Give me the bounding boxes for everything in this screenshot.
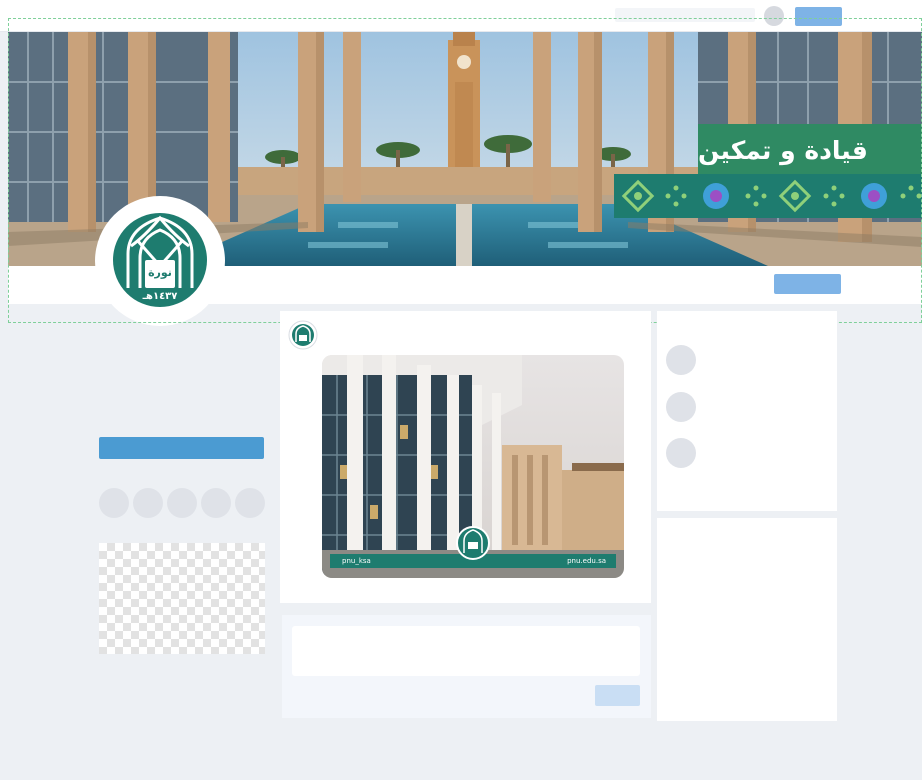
friend-avatar-placeholder[interactable] — [99, 488, 129, 518]
post-image[interactable]: pnu_ksa pnu.edu.sa — [322, 355, 624, 578]
top-action-button[interactable] — [795, 7, 842, 26]
comment-input[interactable] — [292, 626, 640, 676]
friend-avatar-placeholder[interactable] — [201, 488, 231, 518]
friend-avatar-placeholder[interactable] — [133, 488, 163, 518]
university-logo-small-icon — [288, 320, 318, 350]
friend-avatar-placeholder[interactable] — [235, 488, 265, 518]
left-primary-button[interactable] — [99, 437, 264, 459]
image-placeholder — [99, 543, 265, 654]
cover-banner-text: قيادة و تمكين — [698, 135, 868, 165]
image-footer-website: pnu.edu.sa — [567, 557, 606, 565]
sidebar-card — [657, 518, 837, 721]
post-photo — [322, 355, 624, 578]
profile-avatar[interactable]: نورة ١٤٣٧هـ — [95, 196, 225, 326]
post-author-avatar[interactable] — [288, 320, 318, 350]
profile-action-button[interactable] — [774, 274, 841, 294]
search-input[interactable] — [615, 8, 755, 22]
user-avatar-placeholder[interactable] — [764, 6, 784, 26]
suggestion-avatar-placeholder[interactable] — [666, 438, 696, 468]
logo-emblem-text: نورة — [148, 266, 172, 279]
friend-avatar-placeholder[interactable] — [167, 488, 197, 518]
university-logo-icon: نورة ١٤٣٧هـ — [113, 213, 207, 307]
logo-year-text: ١٤٣٧هـ — [142, 291, 178, 302]
image-footer-handle: pnu_ksa — [342, 557, 371, 565]
suggestion-avatar-placeholder[interactable] — [666, 345, 696, 375]
suggestion-avatar-placeholder[interactable] — [666, 392, 696, 422]
comment-submit-button[interactable] — [595, 685, 640, 706]
